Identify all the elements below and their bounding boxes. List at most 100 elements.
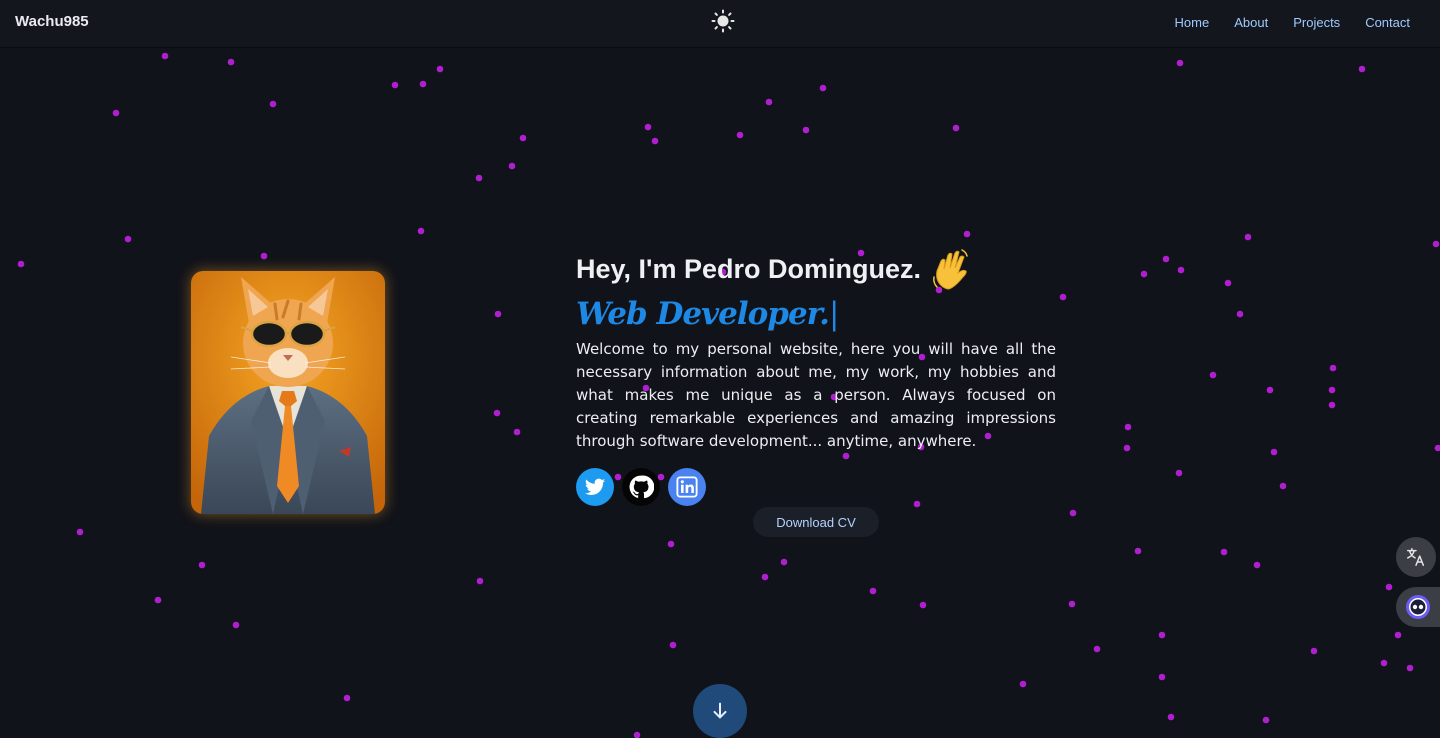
- translate-icon[interactable]: [1396, 537, 1436, 577]
- particle-dot: [1140, 270, 1148, 278]
- arrow-down-icon[interactable]: [693, 684, 747, 738]
- particle-dot: [508, 162, 516, 170]
- particle-dot: [1093, 645, 1101, 653]
- particle-dot: [1432, 240, 1440, 248]
- particle-dot: [1328, 401, 1336, 409]
- particle-dot: [269, 100, 277, 108]
- particle-dot: [1358, 65, 1366, 73]
- brand-logo[interactable]: Wachu985: [15, 13, 89, 30]
- particle-dot: [963, 230, 971, 238]
- particle-dot: [913, 500, 921, 508]
- greeting-heading: Hey, I'm Pedro Dominguez.: [576, 246, 1056, 292]
- greeting-text: Hey, I'm Pedro Dominguez.: [576, 253, 921, 284]
- particle-dot: [667, 540, 675, 548]
- particle-dot: [198, 561, 206, 569]
- particle-dot: [869, 587, 877, 595]
- particle-dot: [1244, 233, 1252, 241]
- particle-dot: [1262, 716, 1270, 724]
- particle-dot: [1380, 659, 1388, 667]
- particle-dot: [1068, 600, 1076, 608]
- twitter-icon[interactable]: [576, 468, 614, 506]
- social-links: [576, 468, 706, 506]
- particle-dot: [919, 601, 927, 609]
- particle-dot: [1158, 673, 1166, 681]
- sun-icon[interactable]: [711, 9, 735, 33]
- particle-dot: [1310, 647, 1318, 655]
- particle-dot: [419, 80, 427, 88]
- particle-dot: [1224, 279, 1232, 287]
- particle-dot: [1270, 448, 1278, 456]
- particle-dot: [1059, 293, 1067, 301]
- particle-dot: [633, 731, 641, 738]
- role-typewriter: Web Developer.|: [576, 294, 1056, 334]
- particle-dot: [260, 252, 268, 260]
- particle-dot: [1279, 482, 1287, 490]
- particle-dot: [651, 137, 659, 145]
- nav-projects[interactable]: Projects: [1293, 15, 1340, 30]
- particle-dot: [232, 621, 240, 629]
- navbar: Wachu985 Home About Projects Contact: [0, 0, 1440, 47]
- particle-dot: [802, 126, 810, 134]
- particle-dot: [391, 81, 399, 89]
- intro-paragraph: Welcome to my personal website, here you…: [576, 340, 1056, 450]
- github-icon[interactable]: [622, 468, 660, 506]
- particle-dot: [227, 58, 235, 66]
- particle-dot: [780, 558, 788, 566]
- particle-dot: [1177, 266, 1185, 274]
- particle-dot: [1385, 583, 1393, 591]
- typing-cursor: |: [828, 296, 840, 332]
- role-text: Web Developer.: [576, 296, 830, 332]
- particle-dot: [1124, 423, 1132, 431]
- particle-dot: [1253, 561, 1261, 569]
- particle-dot: [161, 52, 169, 60]
- particle-dot: [1175, 469, 1183, 477]
- particle-dot: [1162, 255, 1170, 263]
- particle-dot: [1394, 631, 1402, 639]
- nav-about[interactable]: About: [1234, 15, 1268, 30]
- waving-hand-icon: [931, 247, 971, 291]
- nav-links: Home About Projects Contact: [1175, 15, 1410, 30]
- particle-dot: [17, 260, 25, 268]
- particle-dot: [1328, 386, 1336, 394]
- particle-dot: [1158, 631, 1166, 639]
- particle-dot: [765, 98, 773, 106]
- particle-dot: [124, 235, 132, 243]
- particle-dot: [1266, 386, 1274, 394]
- particle-dot: [1329, 364, 1337, 372]
- particle-dot: [154, 596, 162, 604]
- particle-dot: [112, 109, 120, 117]
- hero: Hey, I'm Pedro Dominguez. Web Developer.…: [576, 246, 1056, 453]
- particle-dot: [736, 131, 744, 139]
- particle-dot: [475, 174, 483, 182]
- particle-dot: [1167, 713, 1175, 721]
- particle-dot: [436, 65, 444, 73]
- nav-contact[interactable]: Contact: [1365, 15, 1410, 30]
- particle-dot: [1220, 548, 1228, 556]
- assistant-icon[interactable]: [1396, 587, 1440, 627]
- particle-dot: [493, 409, 501, 417]
- linkedin-icon[interactable]: [668, 468, 706, 506]
- particle-dot: [417, 227, 425, 235]
- download-cv-button[interactable]: Download CV: [753, 507, 879, 537]
- particle-dot: [761, 573, 769, 581]
- particle-dot: [1176, 59, 1184, 67]
- particle-dot: [494, 310, 502, 318]
- particle-dot: [76, 528, 84, 536]
- particle-dot: [513, 428, 521, 436]
- particle-dot: [644, 123, 652, 131]
- particle-dot: [1019, 680, 1027, 688]
- particle-dot: [1434, 444, 1440, 452]
- particle-dot: [819, 84, 827, 92]
- particle-dot: [1069, 509, 1077, 517]
- nav-home[interactable]: Home: [1175, 15, 1210, 30]
- particle-dot: [842, 452, 850, 460]
- particle-dot: [1209, 371, 1217, 379]
- particle-dot: [952, 124, 960, 132]
- particle-dot: [519, 134, 527, 142]
- particle-dot: [476, 577, 484, 585]
- particle-dot: [1134, 547, 1142, 555]
- particle-dot: [1123, 444, 1131, 452]
- particle-dot: [1406, 664, 1414, 672]
- avatar: [191, 271, 385, 514]
- particle-dot: [1236, 310, 1244, 318]
